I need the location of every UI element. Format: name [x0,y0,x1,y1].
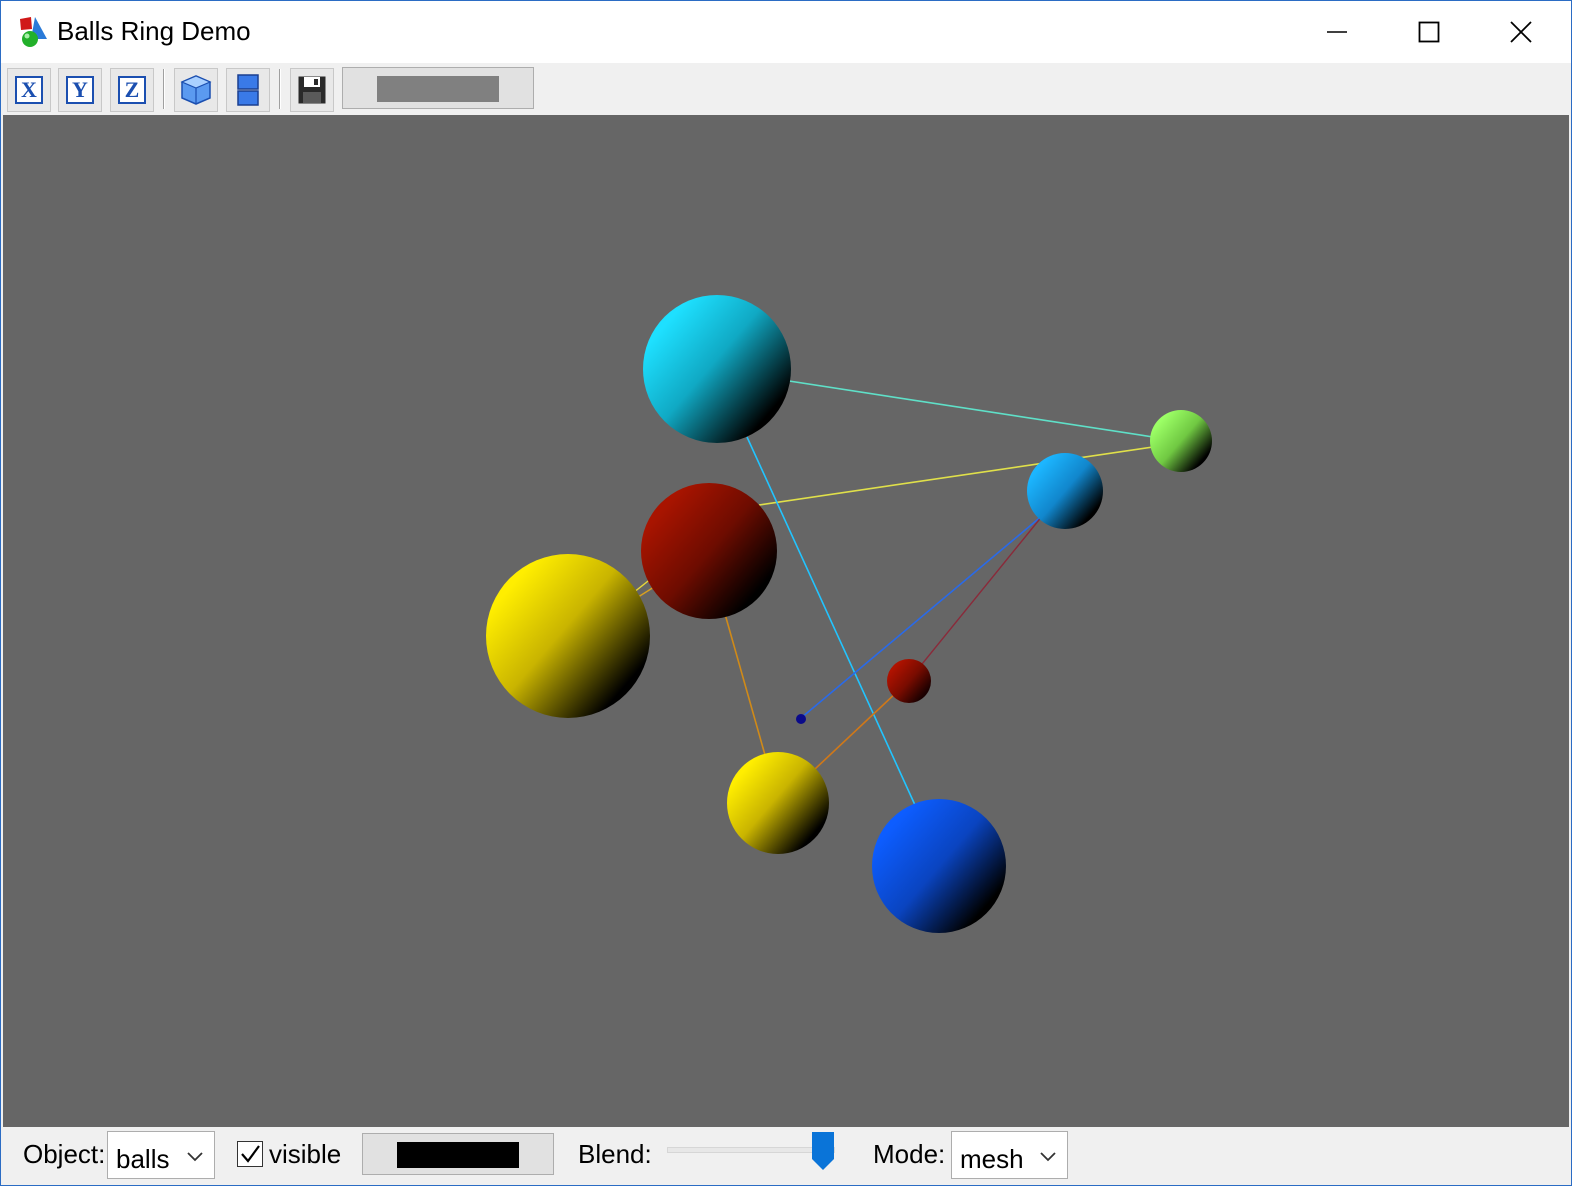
chevron-down-icon [187,1152,203,1162]
minimize-button[interactable] [1291,1,1383,63]
blue-ball[interactable] [872,799,1006,933]
minimize-icon [1327,31,1347,33]
app-window: Balls Ring Demo X Y Z Object: balls visi… [0,0,1572,1186]
toolbar-separator [163,69,165,109]
close-button[interactable] [1475,1,1567,63]
blend-label: Blend: [578,1139,652,1169]
toolbar: X Y Z [1,63,1571,115]
toolbar-separator [279,69,281,109]
split-view-icon [237,74,259,106]
visible-label[interactable]: visible [269,1139,341,1170]
cube-view-icon [180,75,212,105]
save-button[interactable] [290,68,334,112]
chevron-down-icon [1040,1152,1056,1162]
background-color-button[interactable] [342,67,534,109]
blend-slider-track[interactable] [667,1147,835,1153]
mode-select[interactable]: mesh [951,1131,1068,1179]
split-view-button[interactable] [226,68,270,112]
object-select-value: balls [116,1144,170,1174]
view-z-icon: Z [118,76,146,104]
background-color-swatch [377,76,499,102]
3d-viewport[interactable] [3,115,1569,1127]
mode-select-value: mesh [960,1144,1024,1174]
window-title: Balls Ring Demo [57,16,251,46]
object-color-button[interactable] [362,1133,554,1175]
object-select[interactable]: balls [107,1131,215,1179]
bottom-controls: Object: balls visible Blend: Mode: mesh [1,1127,1571,1185]
object-label: Object: [23,1139,106,1169]
yellow-ball-small[interactable] [727,752,829,854]
mode-label: Mode: [873,1139,946,1169]
cyan-ball[interactable] [643,295,791,443]
scene-background [3,115,1569,1127]
object-color-swatch [397,1142,519,1168]
title-bar[interactable]: Balls Ring Demo [1,1,1571,63]
small-red-ball[interactable] [887,659,931,703]
visible-checkbox[interactable] [237,1141,263,1167]
app-logo-icon [20,17,47,47]
maximize-button[interactable] [1383,1,1475,63]
yellow-ball-large[interactable] [486,554,650,718]
view-x-button[interactable]: X [7,68,51,112]
dark-red-ball[interactable] [641,483,777,619]
view-y-icon: Y [66,76,94,104]
light-blue-ball[interactable] [1027,453,1103,529]
save-icon [298,76,326,104]
green-ball[interactable] [1150,410,1212,472]
blend-slider-thumb[interactable] [811,1131,835,1171]
close-icon [1510,21,1532,43]
view-x-icon: X [15,76,43,104]
checkmark-icon [241,1145,260,1163]
view-y-button[interactable]: Y [58,68,102,112]
scene-canvas[interactable] [3,115,1569,1127]
cube-view-button[interactable] [174,68,218,112]
tiny-navy-ball[interactable] [796,714,806,724]
maximize-icon [1418,21,1440,43]
view-z-button[interactable]: Z [110,68,154,112]
